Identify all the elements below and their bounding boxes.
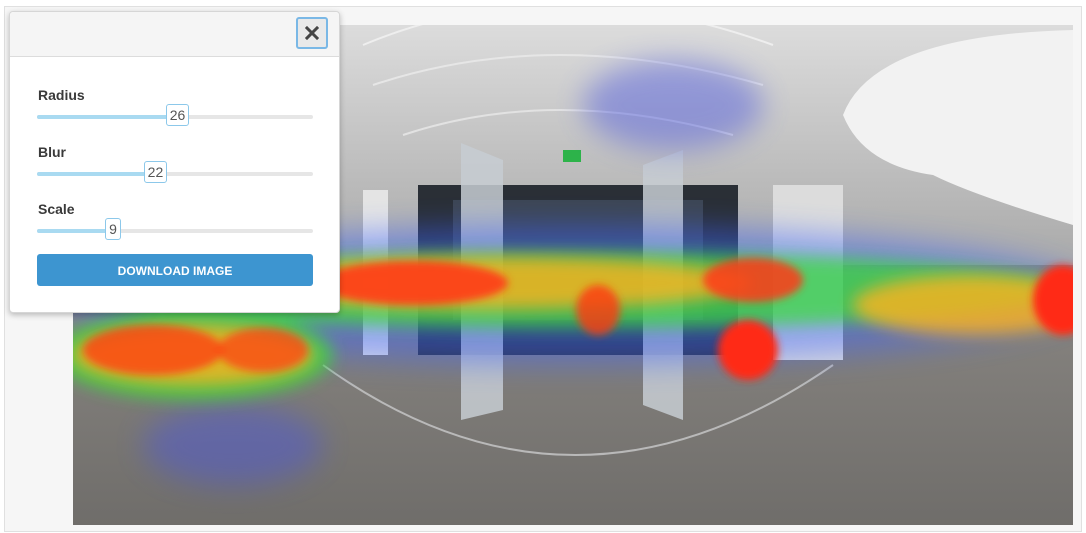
download-image-button[interactable]: DOWNLOAD IMAGE — [37, 254, 313, 286]
blur-slider-fill — [37, 172, 156, 176]
panel-header — [10, 12, 339, 57]
scale-label: Scale — [38, 201, 75, 217]
radius-slider[interactable]: 26 — [37, 104, 313, 126]
heatmap-settings-panel: Radius 26 Blur 22 Scale 9 DOWNLOAD IMAGE — [9, 11, 340, 313]
scale-slider-handle[interactable]: 9 — [105, 218, 122, 240]
close-icon — [305, 26, 319, 40]
radius-slider-handle[interactable]: 26 — [165, 104, 190, 126]
blur-slider-handle[interactable]: 22 — [143, 161, 168, 183]
blur-label: Blur — [38, 144, 66, 160]
scale-slider[interactable]: 9 — [37, 218, 313, 240]
close-button[interactable] — [296, 17, 328, 49]
radius-label: Radius — [38, 87, 85, 103]
radius-slider-fill — [37, 115, 178, 119]
blur-slider[interactable]: 22 — [37, 161, 313, 183]
